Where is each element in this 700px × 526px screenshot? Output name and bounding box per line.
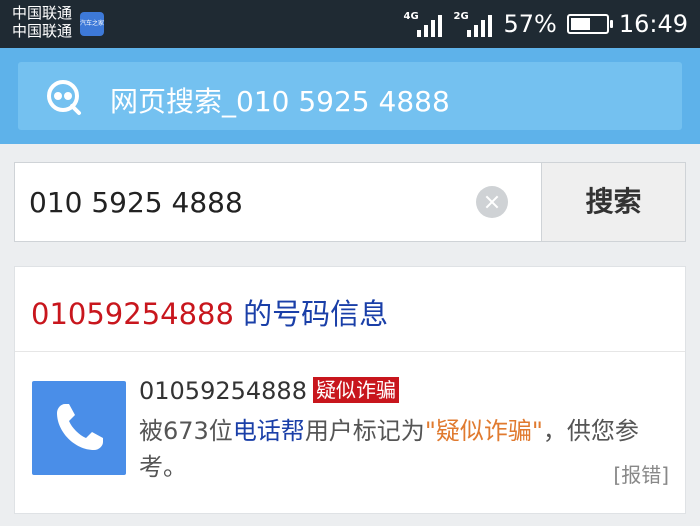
search-mask-icon xyxy=(47,80,81,115)
mark-description: 被673位电话帮用户标记为"疑似诈骗"，供您参考。 xyxy=(139,413,671,485)
signal-4g-icon: 4G xyxy=(403,9,443,39)
carrier-1: 中国联通 xyxy=(12,4,73,22)
desc-mid: 用户标记为 xyxy=(304,417,425,445)
phone-number: 01059254888 疑似诈骗 xyxy=(139,377,399,405)
clock: 16:49 xyxy=(618,10,688,38)
phone-icon xyxy=(57,404,103,450)
number-text: 01059254888 xyxy=(139,377,307,405)
status-indicators: 4G 2G 57% 16:49 xyxy=(403,0,688,48)
desc-tag: "疑似诈骗" xyxy=(424,417,543,445)
heading-label: 的号码信息 xyxy=(233,297,389,331)
network-type-2: 2G xyxy=(453,11,469,22)
carrier-info: 中国联通 中国联通 xyxy=(12,4,72,40)
search-input[interactable] xyxy=(15,163,541,241)
search-bar: 搜索 xyxy=(14,162,686,242)
app-header: 网页搜索_010 5925 4888 xyxy=(0,48,700,144)
phone-tile xyxy=(32,381,126,475)
source-link[interactable]: 电话帮 xyxy=(233,417,305,445)
status-bar: 中国联通 中国联通 汽车之家 4G 2G 57% 16:49 xyxy=(0,0,700,48)
battery-icon xyxy=(566,14,613,34)
search-button[interactable]: 搜索 xyxy=(541,163,685,241)
network-type-1: 4G xyxy=(403,11,419,22)
report-error-link[interactable]: [报错] xyxy=(613,459,669,488)
result-card: 01059254888 的号码信息 01059254888 疑似诈骗 被673位电… xyxy=(14,266,686,514)
divider xyxy=(15,351,685,352)
battery-percent: 57% xyxy=(503,10,557,38)
desc-prefix: 被673位 xyxy=(139,417,233,445)
page-title: 网页搜索_010 5925 4888 xyxy=(110,85,450,118)
result-heading[interactable]: 01059254888 的号码信息 xyxy=(31,291,388,333)
fraud-badge: 疑似诈骗 xyxy=(312,377,399,403)
clear-icon[interactable] xyxy=(476,186,508,218)
signal-2g-icon: 2G xyxy=(453,9,493,39)
header-title-bar[interactable]: 网页搜索_010 5925 4888 xyxy=(18,62,682,130)
carrier-2: 中国联通 xyxy=(12,22,73,40)
heading-number: 01059254888 xyxy=(31,297,234,331)
app-notification-icon: 汽车之家 xyxy=(80,12,104,36)
